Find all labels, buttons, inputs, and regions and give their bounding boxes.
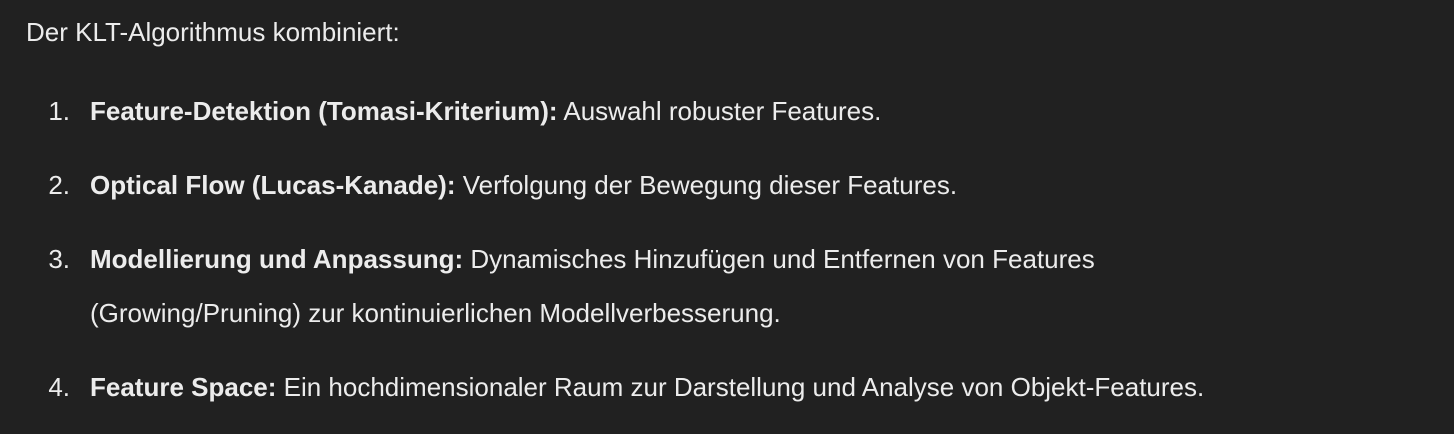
- list-number: 1.: [48, 96, 70, 126]
- list-number: 3.: [48, 244, 70, 274]
- feature-list: 1. Feature-Detektion (Tomasi-Kriterium): …: [0, 84, 1454, 434]
- intro-text: Der KLT-Algorithmus kombiniert:: [26, 17, 400, 47]
- item-text: Auswahl robuster Features.: [557, 96, 882, 126]
- list-item: 4. Feature Space: Ein hochdimensionaler R…: [0, 360, 1454, 414]
- list-item: 2. Optical Flow (Lucas-Kanade): Verfolgun…: [0, 158, 1454, 212]
- item-text: Verfolgung der Bewegung dieser Features.: [455, 170, 958, 200]
- list-number: 2.: [48, 170, 70, 200]
- item-title: Optical Flow (Lucas-Kanade):: [90, 170, 456, 200]
- list-item: 1. Feature-Detektion (Tomasi-Kriterium): …: [0, 84, 1454, 138]
- list-item: 3. Modellierung und Anpassung: Dynamische…: [0, 232, 1454, 340]
- item-title: Feature Space:: [90, 372, 277, 402]
- list-number: 4.: [48, 372, 70, 402]
- item-title: Feature-Detektion (Tomasi-Kriterium):: [90, 96, 558, 126]
- item-text: Ein hochdimensionaler Raum zur Darstellu…: [276, 372, 1205, 402]
- item-title: Modellierung und Anpassung:: [90, 244, 464, 274]
